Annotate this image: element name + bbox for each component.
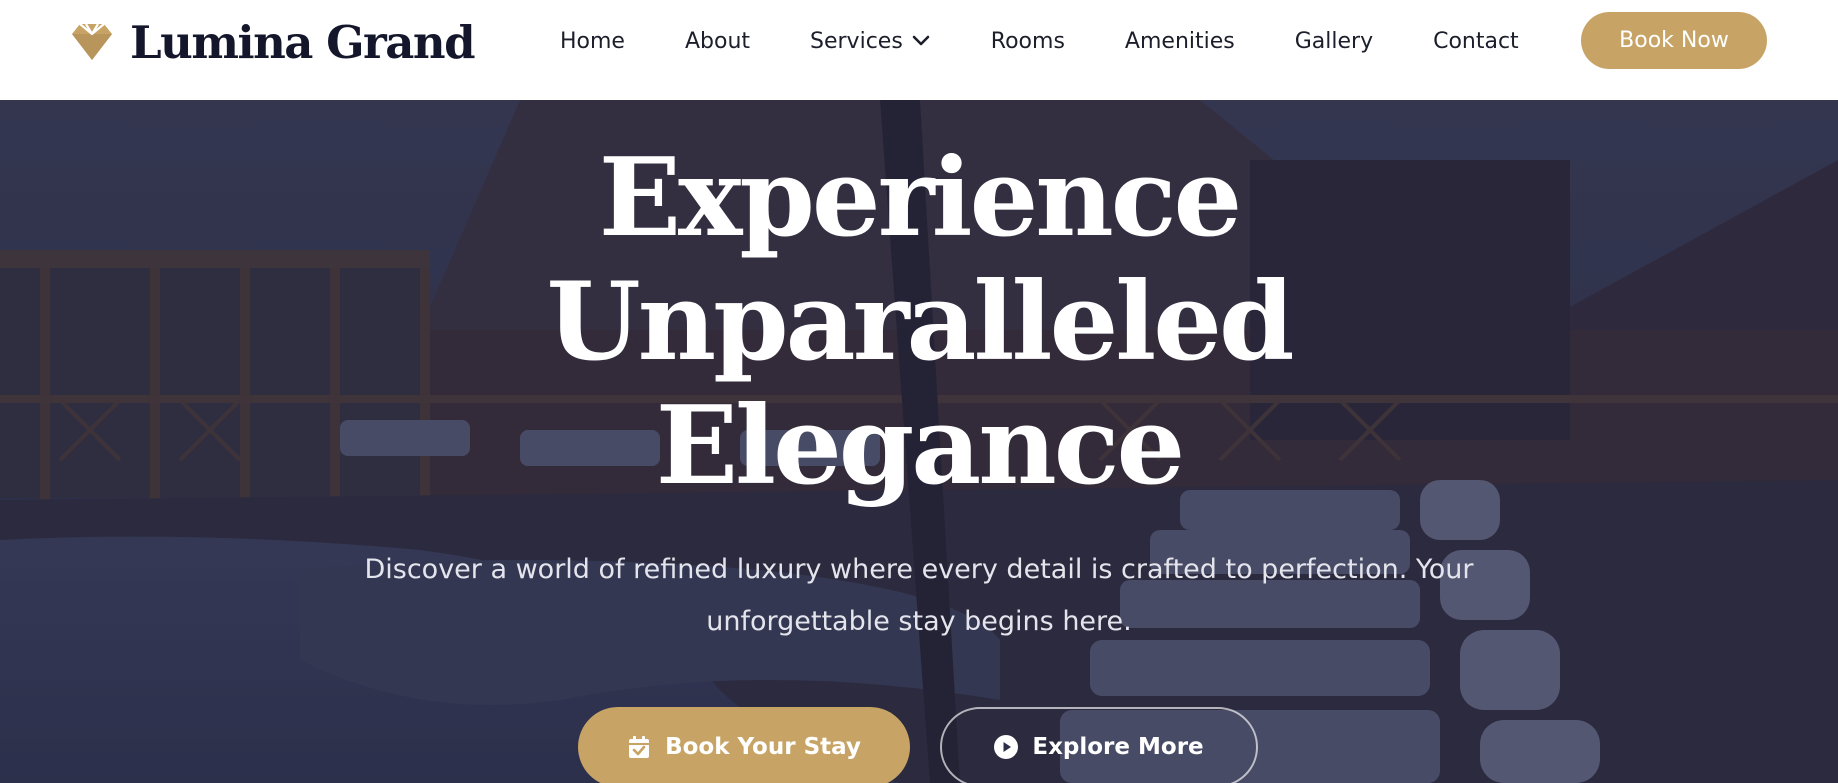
hero-title: Experience Unparalleled Elegance (0, 136, 1838, 508)
button-label: Book Your Stay (665, 734, 861, 760)
nav-item-label: Amenities (1124, 28, 1235, 54)
nav-item-rooms[interactable]: Rooms (991, 29, 1065, 54)
hero-title-line: Unparalleled (546, 259, 1294, 385)
main-nav: Home About Services Rooms Amenities Gall… (560, 22, 1519, 60)
nav-item-contact[interactable]: Contact (1433, 29, 1519, 54)
hero-subtitle: Discover a world of refined luxury where… (364, 554, 1474, 637)
nav-item-services[interactable]: Services (810, 29, 931, 54)
nav-item-home[interactable]: Home (560, 29, 625, 54)
chevron-down-icon (912, 35, 930, 46)
site-header: Lumina Grand Home About Services Rooms A… (0, 0, 1838, 100)
nav-item-label: Gallery (1294, 28, 1374, 54)
nav-item-label: Rooms (990, 28, 1065, 54)
nav-item-label: Contact (1433, 28, 1519, 54)
nav-item-about[interactable]: About (685, 29, 750, 54)
nav-item-label: Services (810, 28, 903, 54)
nav-item-label: Home (560, 28, 625, 54)
brand-logo[interactable]: Lumina Grand (70, 14, 476, 70)
calendar-check-icon (629, 736, 650, 758)
play-circle-icon (994, 735, 1019, 759)
book-now-button[interactable]: Book Now (1581, 12, 1767, 69)
nav-item-amenities[interactable]: Amenities (1125, 29, 1235, 54)
button-label: Explore More (1032, 734, 1204, 760)
nav-item-label: About (684, 28, 751, 54)
hero-title-line: Elegance (655, 383, 1186, 509)
brand-name: Lumina Grand (130, 15, 476, 69)
hero-title-line: Experience (598, 135, 1243, 261)
diamond-icon (72, 23, 112, 60)
explore-more-button[interactable]: Explore More (940, 707, 1258, 783)
nav-item-gallery[interactable]: Gallery (1295, 29, 1373, 54)
book-your-stay-button[interactable]: Book Your Stay (578, 707, 910, 783)
hero-section: Experience Unparalleled Elegance Discove… (0, 100, 1838, 783)
